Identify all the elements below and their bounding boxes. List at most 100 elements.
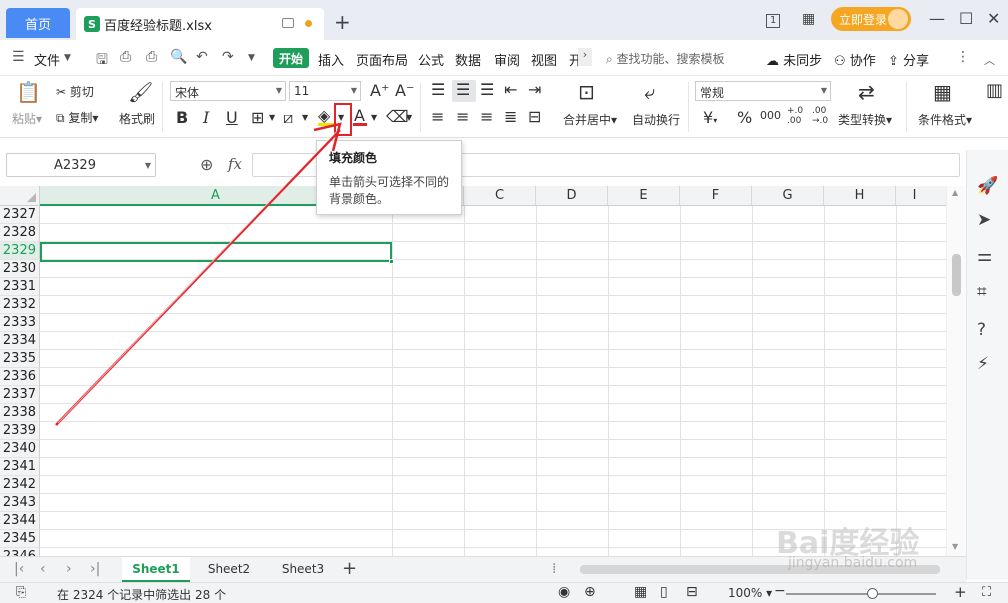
fx-button[interactable]: fx — [228, 155, 242, 173]
row-header[interactable]: 2332 — [0, 296, 40, 314]
merge-center-button[interactable]: 合并居中▾ — [563, 111, 617, 128]
scroll-up-icon[interactable]: ▲ — [952, 188, 958, 197]
align-middle-icon[interactable]: ☰ — [456, 80, 470, 99]
row-header[interactable]: 2341 — [0, 458, 40, 476]
sheet-tab[interactable]: Sheet1 — [122, 557, 190, 582]
next-sheet-icon[interactable]: › — [66, 561, 72, 577]
help-icon[interactable]: ? — [977, 320, 986, 340]
row-header[interactable]: 2333 — [0, 314, 40, 332]
increase-decimal-button[interactable]: +.0 .00 — [787, 106, 807, 126]
sync-button[interactable]: ☁ 未同步 — [766, 50, 822, 69]
increase-font-icon[interactable]: A⁺ — [370, 81, 389, 100]
currency-button[interactable]: ¥▾ — [703, 108, 717, 127]
collapse-ribbon-icon[interactable]: ︿ — [984, 52, 995, 68]
row-header[interactable]: 2327 — [0, 206, 40, 224]
scrollbar-thumb[interactable] — [952, 254, 961, 296]
justify-icon[interactable]: ≣ — [504, 107, 517, 126]
cell-style-icon[interactable]: ⧄ — [283, 108, 293, 128]
menu-review[interactable]: 审阅 — [494, 50, 520, 69]
close-icon[interactable]: ✕ — [987, 9, 1000, 28]
font-size-select[interactable]: 11 ▼ — [289, 81, 361, 101]
share-button[interactable]: ⇪ 分享 — [888, 50, 929, 69]
collab-button[interactable]: ⚇ 协作 — [834, 50, 876, 69]
lightning-icon[interactable]: ⚡ — [977, 354, 989, 374]
selected-cell[interactable] — [40, 242, 392, 262]
undo-icon[interactable]: ↶ — [196, 49, 208, 65]
normal-view-icon[interactable]: ▦ — [634, 584, 647, 600]
spreadsheet-grid[interactable]: A B C D E F G H I 2327 2328 2329 2330 23… — [0, 186, 946, 556]
distribute-icon[interactable]: ⊟ — [528, 107, 541, 126]
select-all-corner[interactable] — [0, 186, 40, 206]
chevron-down-icon[interactable]: ▼ — [406, 113, 412, 122]
italic-button[interactable]: I — [203, 108, 209, 127]
column-header[interactable]: H — [824, 186, 896, 206]
align-center-icon[interactable]: ≡ — [456, 107, 469, 126]
row-header[interactable]: 2342 — [0, 476, 40, 494]
align-left-icon[interactable]: ≡ — [431, 107, 444, 126]
fill-handle[interactable] — [389, 259, 394, 264]
new-tab-button[interactable]: + — [334, 10, 351, 34]
percent-button[interactable]: % — [737, 108, 752, 127]
merge-center-icon[interactable]: ⊡ — [578, 80, 595, 104]
thousands-button[interactable]: 000 — [760, 109, 781, 122]
zoom-search-icon[interactable]: ⊕ — [200, 155, 213, 174]
redo-icon[interactable]: ↷ — [222, 49, 234, 65]
zoom-in-button[interactable]: + — [954, 583, 967, 601]
bold-button[interactable]: B — [176, 108, 188, 127]
row-header[interactable]: 2334 — [0, 332, 40, 350]
row-header[interactable]: 2336 — [0, 368, 40, 386]
zoom-out-button[interactable]: − — [774, 583, 786, 599]
wrap-text-icon[interactable]: ⤶ — [644, 80, 655, 104]
home-tab[interactable]: 首页 — [6, 8, 70, 38]
column-header[interactable]: E — [608, 186, 680, 206]
menu-view[interactable]: 视图 — [531, 50, 557, 69]
conditional-format-icon[interactable]: ▦ — [933, 80, 952, 104]
row-header[interactable]: 2339 — [0, 422, 40, 440]
row-header[interactable]: 2344 — [0, 512, 40, 530]
row-header[interactable]: 2331 — [0, 278, 40, 296]
row-header[interactable]: 2329 — [0, 242, 40, 260]
row-header[interactable]: 2337 — [0, 386, 40, 404]
type-convert-icon[interactable]: ⇄ — [858, 80, 875, 104]
monitor-icon[interactable] — [282, 18, 294, 28]
row-header[interactable]: 2340 — [0, 440, 40, 458]
auto-wrap-button[interactable]: 自动换行 — [632, 111, 680, 128]
menu-file[interactable]: 文件 — [34, 50, 60, 69]
page-break-view-icon[interactable]: ⊟ — [686, 584, 698, 600]
column-header[interactable]: I — [896, 186, 946, 206]
conditional-format-button[interactable]: 条件格式▾ — [918, 111, 972, 128]
font-name-select[interactable]: 宋体 ▼ — [170, 81, 286, 101]
menu-insert[interactable]: 插入 — [318, 50, 344, 69]
column-header[interactable]: D — [536, 186, 608, 206]
hamburger-icon[interactable]: ☰ — [12, 49, 25, 65]
row-header[interactable]: 2343 — [0, 494, 40, 512]
chevron-down-icon[interactable]: ▼ — [269, 113, 275, 122]
maximize-icon[interactable]: ☐ — [959, 9, 973, 28]
column-header[interactable]: G — [752, 186, 824, 206]
border-icon[interactable]: ⊞ — [251, 108, 264, 127]
sheet-tab[interactable]: Sheet2 — [194, 557, 264, 582]
eye-protection-icon[interactable]: ◉ — [558, 584, 570, 600]
quick-access-dropdown-icon[interactable]: ▼ — [248, 53, 255, 63]
align-top-icon[interactable]: ☰ — [431, 80, 445, 99]
cell-more-icon[interactable]: ▥ — [986, 80, 1003, 101]
menu-start-tab[interactable]: 开始 — [273, 48, 309, 68]
grid-apps-icon[interactable]: ▦ — [802, 11, 815, 27]
align-bottom-icon[interactable]: ☰ — [480, 80, 494, 99]
row-header[interactable]: 2345 — [0, 530, 40, 548]
copy-button[interactable]: ⧉ 复制▾ — [56, 109, 98, 126]
page-layout-view-icon[interactable]: ▯ — [660, 584, 668, 600]
vertical-scrollbar[interactable]: ▲ ▼ — [946, 186, 966, 556]
print-icon[interactable]: ⎙ — [146, 49, 157, 65]
menu-formula[interactable]: 公式 — [418, 50, 444, 69]
align-right-icon[interactable]: ≡ — [480, 107, 493, 126]
column-header[interactable]: F — [680, 186, 752, 206]
crop-icon[interactable]: ⌗ — [977, 282, 987, 302]
number-format-select[interactable]: 常规 ▼ — [695, 81, 831, 101]
prev-sheet-icon[interactable]: ‹ — [40, 561, 46, 577]
zoom-select[interactable]: 100% ▾ — [728, 586, 772, 600]
macro-icon[interactable]: ⎘ — [16, 585, 26, 600]
last-sheet-icon[interactable]: ›| — [90, 561, 100, 577]
menu-data[interactable]: 数据 — [455, 50, 481, 69]
settings-sliders-icon[interactable]: ⚌ — [977, 246, 992, 266]
